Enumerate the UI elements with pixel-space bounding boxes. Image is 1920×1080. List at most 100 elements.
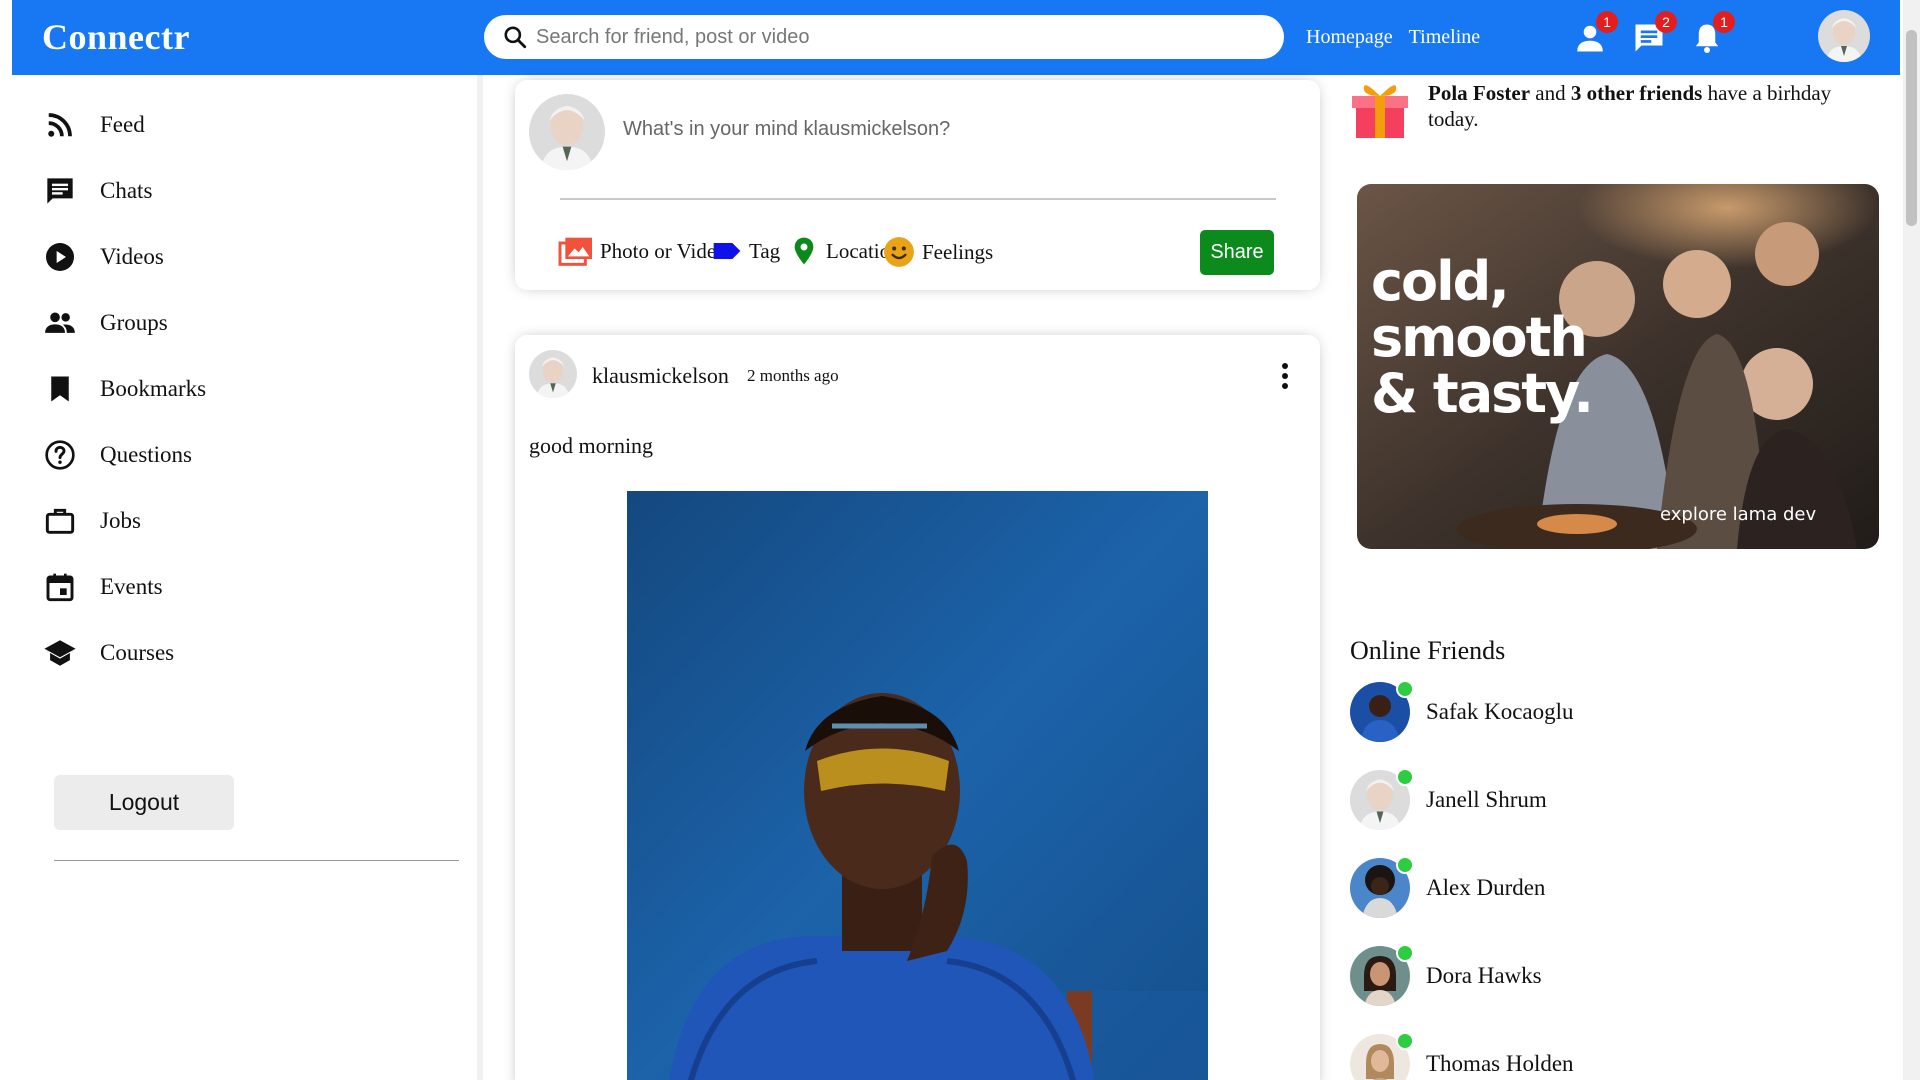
- sidebar-item-feed[interactable]: Feed: [42, 107, 145, 143]
- photo-video-label: Photo or Video: [600, 238, 727, 263]
- friend-avatar: [1350, 680, 1414, 742]
- sidebar-item-label: Videos: [100, 244, 164, 269]
- sidebar-item-label: Feed: [100, 112, 145, 137]
- post-date: 2 months ago: [747, 366, 839, 385]
- sidebar-item-questions[interactable]: Questions: [42, 437, 192, 473]
- profile-avatar[interactable]: [1818, 10, 1870, 62]
- sidebar-item-label: Events: [100, 574, 163, 599]
- sidebar-item-chats[interactable]: Chats: [42, 173, 152, 209]
- sidebar-item-videos[interactable]: Videos: [42, 239, 164, 275]
- scrollbar-thumb[interactable]: [1906, 30, 1917, 226]
- more-vert-icon: [1282, 363, 1288, 389]
- briefcase-icon: [42, 503, 78, 539]
- friend-avatar: [1350, 856, 1414, 918]
- friend-name: Janell Shrum: [1426, 787, 1547, 812]
- sidebar-item-label: Bookmarks: [100, 376, 207, 401]
- online-friend[interactable]: Janell Shrum: [1350, 768, 1547, 830]
- post-text: good morning: [529, 433, 654, 458]
- timeline-link[interactable]: Timeline: [1409, 26, 1481, 49]
- sidebar-item-courses[interactable]: Courses: [42, 635, 174, 671]
- status-input[interactable]: [623, 118, 1243, 141]
- sidebar-item-label: Questions: [100, 442, 192, 467]
- more-options-button[interactable]: [1275, 360, 1295, 392]
- online-indicator: [1396, 944, 1414, 962]
- online-indicator: [1396, 768, 1414, 786]
- online-friend[interactable]: Alex Durden: [1350, 856, 1546, 918]
- sidebar-item-events[interactable]: Events: [42, 569, 163, 605]
- friend-name: Dora Hawks: [1426, 963, 1542, 988]
- bookmark-icon: [42, 371, 78, 407]
- online-friend[interactable]: Safak Kocaoglu: [1350, 680, 1574, 742]
- avatar-image: [529, 94, 605, 170]
- tag-option[interactable]: Tag: [711, 235, 780, 267]
- sidebar-item-groups[interactable]: Groups: [42, 305, 168, 341]
- ad-footer: explore lama dev: [1660, 504, 1817, 525]
- share-box: Photo or Video Tag Location Feelings Sha…: [515, 80, 1320, 290]
- birthday-others[interactable]: 3 other friends: [1571, 81, 1702, 105]
- avatar-image: [1818, 10, 1870, 62]
- sidebar-item-bookmarks[interactable]: Bookmarks: [42, 371, 206, 407]
- share-button[interactable]: Share: [1200, 230, 1274, 275]
- ad-title-line: smooth: [1371, 306, 1588, 369]
- logout-button[interactable]: Logout: [54, 775, 234, 830]
- friend-name: Thomas Holden: [1426, 1051, 1574, 1076]
- ad-title-line: cold,: [1371, 250, 1510, 313]
- avatar[interactable]: [529, 94, 605, 170]
- sidebar-border: [477, 75, 483, 1080]
- birthday-text: Pola Foster and 3 other friends have a b…: [1428, 80, 1868, 140]
- sidebar-divider: [54, 860, 459, 861]
- friend-name: Safak Kocaoglu: [1426, 699, 1574, 724]
- online-friend[interactable]: Thomas Holden: [1350, 1032, 1574, 1080]
- topbar: Connectr Homepage Timeline 1 2 1: [12, 0, 1900, 75]
- rss-icon: [42, 107, 78, 143]
- online-friend[interactable]: Dora Hawks: [1350, 944, 1542, 1006]
- sidebar-item-jobs[interactable]: Jobs: [42, 503, 141, 539]
- gift-icon: [1352, 85, 1408, 138]
- school-icon: [42, 635, 78, 671]
- messages-badge: 2: [1655, 11, 1677, 33]
- calendar-icon: [42, 569, 78, 605]
- friend-requests-button[interactable]: 1: [1572, 11, 1618, 56]
- homepage-link[interactable]: Homepage: [1306, 26, 1393, 49]
- search-icon: [504, 26, 527, 49]
- birthday-middle: and: [1530, 81, 1571, 105]
- topbar-links: Homepage Timeline: [1306, 26, 1480, 49]
- friend-name: Alex Durden: [1426, 875, 1546, 900]
- label-icon: [713, 243, 741, 259]
- photo-library-icon: [558, 237, 592, 266]
- sidebar-item-label: Chats: [100, 178, 153, 203]
- post: klausmickelson 2 months ago good morning: [515, 335, 1320, 1080]
- search-bar[interactable]: [484, 15, 1284, 59]
- online-indicator: [1396, 680, 1414, 698]
- online-friends-title: Online Friends: [1350, 636, 1506, 665]
- sidebar-item-label: Jobs: [100, 508, 141, 533]
- friend-requests-badge: 1: [1596, 11, 1618, 33]
- friend-avatar: [1350, 768, 1414, 830]
- avatar-image: [529, 350, 577, 398]
- notifications-button[interactable]: 1: [1689, 11, 1735, 56]
- post-photo: [627, 491, 1208, 1080]
- online-indicator: [1396, 1032, 1414, 1050]
- app-logo[interactable]: Connectr: [42, 16, 190, 58]
- share-divider: [560, 198, 1276, 200]
- advertisement[interactable]: cold, smooth & tasty. explore lama dev: [1357, 184, 1879, 549]
- birthday-name[interactable]: Pola Foster: [1428, 81, 1530, 105]
- feelings-option[interactable]: Feelings: [882, 235, 993, 269]
- post-username[interactable]: klausmickelson: [592, 363, 729, 389]
- help-circle-icon: [42, 437, 78, 473]
- online-indicator: [1396, 856, 1414, 874]
- post-author-avatar[interactable]: [529, 350, 577, 398]
- location-pin-icon: [794, 237, 814, 265]
- emoji-icon: [884, 237, 914, 267]
- friend-avatar: [1350, 944, 1414, 1006]
- post-image[interactable]: [627, 491, 1208, 1080]
- ad-headline: cold, smooth & tasty.: [1371, 250, 1594, 422]
- messages-button[interactable]: 2: [1631, 11, 1677, 56]
- search-input[interactable]: [536, 25, 1236, 49]
- sidebar: Feed Chats Videos Groups Bookmarks Quest…: [12, 75, 478, 1080]
- photo-video-option[interactable]: Photo or Video: [558, 235, 727, 267]
- chat-icon: [42, 173, 78, 209]
- feelings-label: Feelings: [922, 239, 994, 264]
- friend-avatar: [1350, 1032, 1414, 1080]
- notifications-badge: 1: [1713, 11, 1735, 33]
